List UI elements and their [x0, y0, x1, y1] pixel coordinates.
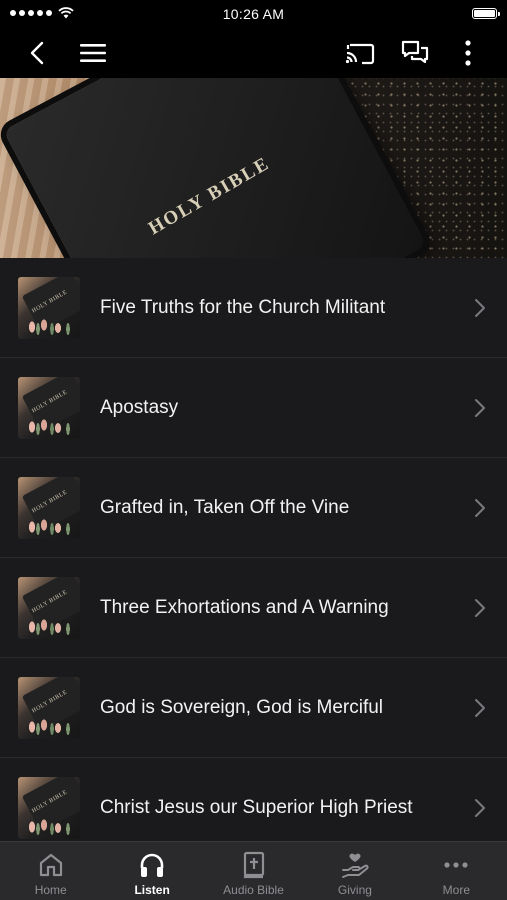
chevron-right-icon: [475, 499, 485, 517]
sermon-title: Apostasy: [100, 397, 179, 418]
bible-icon: [240, 851, 268, 879]
sermon-title: Five Truths for the Church Militant: [100, 297, 386, 318]
more-dots-icon: [442, 851, 470, 879]
tab-giving[interactable]: Giving: [304, 842, 405, 900]
hero-banner-image: HOLY BIBLE: [0, 78, 507, 258]
chevron-right-icon: [475, 399, 485, 417]
clock: 10:26 AM: [222, 6, 285, 22]
sermon-title: God is Sovereign, God is Merciful: [100, 697, 384, 718]
tab-label: Home: [34, 883, 67, 897]
list-item[interactable]: HOLY BIBLE Apostasy: [0, 358, 507, 458]
top-navigation-bar: [0, 28, 507, 78]
tab-label: Listen: [134, 883, 170, 897]
chevron-left-icon: [30, 41, 44, 65]
status-bar: 10:26 AM: [0, 0, 507, 28]
chat-bubbles-icon: [401, 40, 429, 64]
sermon-title: Grafted in, Taken Off the Vine: [100, 497, 350, 518]
tab-home[interactable]: Home: [0, 842, 101, 900]
more-options-button[interactable]: [453, 38, 483, 68]
hamburger-menu-icon: [80, 44, 106, 62]
chat-button[interactable]: [400, 38, 430, 68]
chevron-right-icon: [475, 599, 485, 617]
sermon-list: HOLY BIBLE Five Truths for the Church Mi…: [0, 258, 507, 841]
tab-label: More: [442, 883, 470, 897]
list-item[interactable]: HOLY BIBLE Christ Jesus our Superior Hig…: [0, 758, 507, 841]
giving-hand-icon: [341, 851, 369, 879]
tab-listen[interactable]: Listen: [101, 842, 202, 900]
list-item[interactable]: HOLY BIBLE Three Exhortations and A Warn…: [0, 558, 507, 658]
vertical-dots-icon: [465, 40, 471, 66]
home-icon: [37, 851, 65, 879]
list-item[interactable]: HOLY BIBLE Grafted in, Taken Off the Vin…: [0, 458, 507, 558]
sermon-thumbnail: HOLY BIBLE: [18, 677, 80, 739]
sermon-thumbnail: HOLY BIBLE: [18, 377, 80, 439]
headphones-icon: [138, 851, 166, 879]
tab-more[interactable]: More: [406, 842, 507, 900]
chevron-right-icon: [475, 799, 485, 817]
chevron-right-icon: [475, 299, 485, 317]
sermon-thumbnail: HOLY BIBLE: [18, 577, 80, 639]
cast-icon: [345, 43, 375, 65]
sermon-thumbnail: HOLY BIBLE: [18, 477, 80, 539]
tab-label: Audio Bible: [223, 883, 284, 897]
back-button[interactable]: [22, 38, 52, 68]
list-item[interactable]: HOLY BIBLE Five Truths for the Church Mi…: [0, 258, 507, 358]
battery-icon: [472, 8, 500, 19]
tab-audio-bible[interactable]: Audio Bible: [203, 842, 304, 900]
bottom-tab-bar: Home Listen Audio Bible Giving More: [0, 841, 507, 900]
chevron-right-icon: [475, 699, 485, 717]
menu-button[interactable]: [78, 38, 108, 68]
sermon-title: Christ Jesus our Superior High Priest: [100, 797, 413, 818]
sermon-title: Three Exhortations and A Warning: [100, 597, 389, 618]
tab-label: Giving: [337, 883, 372, 897]
sermon-thumbnail: HOLY BIBLE: [18, 777, 80, 839]
app-screen: 10:26 AM HOLY BIBLE HOLY BIBLE Five Trut…: [0, 0, 507, 900]
sermon-thumbnail: HOLY BIBLE: [18, 277, 80, 339]
list-item[interactable]: HOLY BIBLE God is Sovereign, God is Merc…: [0, 658, 507, 758]
cast-button[interactable]: [345, 38, 375, 68]
